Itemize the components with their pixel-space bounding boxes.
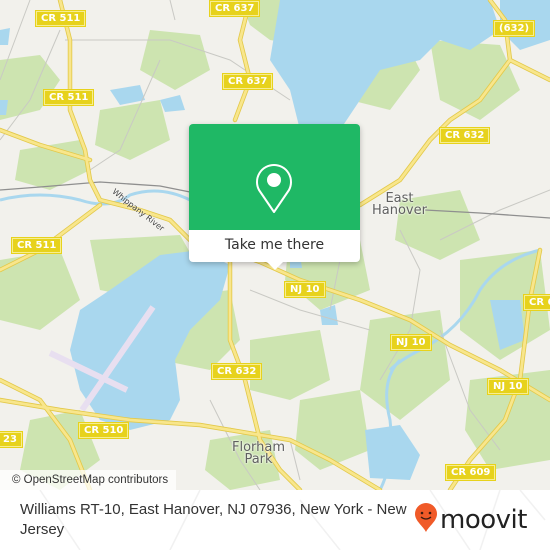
road-label-cr510: CR 510 bbox=[79, 423, 129, 438]
road-label-cr632-south: CR 632 bbox=[212, 364, 262, 379]
road-label-cr511-left: CR 511 bbox=[12, 238, 62, 253]
place-label-east-hanover: East Hanover bbox=[372, 191, 427, 218]
map-attribution[interactable]: © OpenStreetMap contributors bbox=[0, 470, 177, 490]
map[interactable]: CR 637 CR 511 (632) CR 637 CR 511 CR 632… bbox=[0, 0, 550, 490]
road-label-nj10-a: NJ 10 bbox=[285, 282, 325, 297]
road-label-nj10-c: NJ 10 bbox=[488, 379, 528, 394]
destination-popup: Take me there bbox=[189, 124, 360, 270]
road-label-cr637-top: CR 637 bbox=[210, 1, 260, 16]
road-label-632: (632) bbox=[494, 21, 535, 36]
road-label-cr523-edge: 23 bbox=[0, 432, 22, 447]
moovit-pin-icon bbox=[414, 503, 438, 537]
address-text: Williams RT-10, East Hanover, NJ 07936, … bbox=[20, 501, 407, 538]
road-label-cr609: CR 609 bbox=[446, 465, 496, 480]
place-label-florham-park: Florham Park bbox=[232, 440, 286, 467]
road-label-cr511-top: CR 511 bbox=[36, 11, 86, 26]
popup-tail bbox=[267, 262, 283, 270]
road-label-cr511-mid: CR 511 bbox=[44, 90, 94, 105]
road-label-cr637-mid: CR 637 bbox=[223, 74, 273, 89]
road-label-cr6-edge: CR 6 bbox=[524, 295, 550, 310]
moovit-wordmark: moovit bbox=[440, 505, 527, 535]
popup-header bbox=[189, 124, 360, 230]
road-label-cr632-east: CR 632 bbox=[440, 128, 490, 143]
take-me-there-button[interactable]: Take me there bbox=[189, 230, 360, 262]
road-label-nj10-b: NJ 10 bbox=[391, 335, 431, 350]
moovit-logo[interactable]: moovit bbox=[414, 503, 527, 537]
